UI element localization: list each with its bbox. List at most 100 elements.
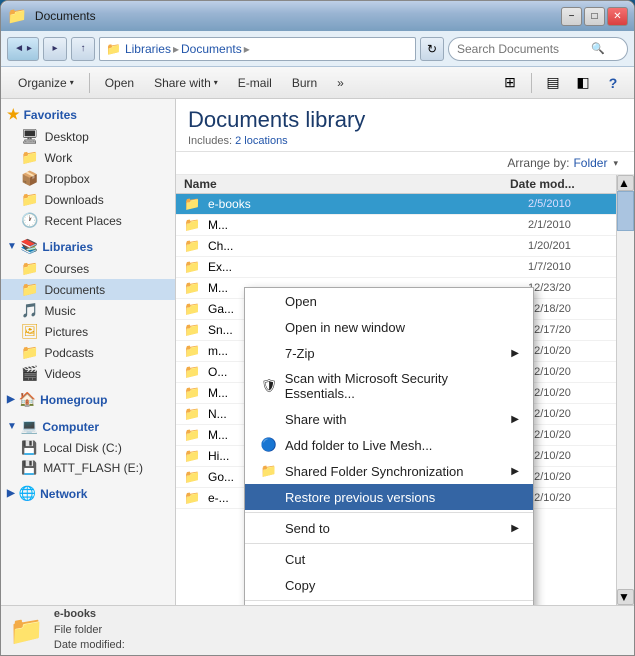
more-button[interactable]: » <box>328 70 353 96</box>
file-name-label: Ex... <box>208 260 528 274</box>
dropbox-icon: 📦 <box>21 170 38 187</box>
breadcrumb[interactable]: 📁 Libraries ▸ Documents ▸ <box>99 37 416 61</box>
libraries-label: Libraries <box>42 240 93 254</box>
refresh-button[interactable]: ↻ <box>420 37 444 61</box>
sidebar-item-downloads[interactable]: 📁 Downloads <box>1 189 175 210</box>
submenu-arrow-icon: ▶ <box>511 348 519 359</box>
music-icon: 🎵 <box>21 302 38 319</box>
folder-icon-title: 📁 <box>7 6 27 26</box>
sidebar-item-documents[interactable]: 📁 Documents <box>1 279 175 300</box>
view-toggle-button[interactable]: ⊞ <box>497 71 523 95</box>
arrange-bar: Arrange by: Folder ▾ <box>176 152 634 175</box>
favorites-header[interactable]: ★ Favorites <box>1 103 175 126</box>
libraries-collapse-icon: ▼ <box>7 241 17 252</box>
ctx-open[interactable]: Open <box>245 288 533 314</box>
file-date-label: 12/17/20 <box>528 324 608 336</box>
details-pane-button[interactable]: ▤ <box>540 71 566 95</box>
search-box[interactable]: 🔍 <box>448 37 628 61</box>
status-date-label: Date modified: <box>54 638 125 653</box>
sidebar-item-local-disk[interactable]: 💾 Local Disk (C:) <box>1 438 175 458</box>
network-header[interactable]: ▶ 🌐 Network <box>1 482 175 505</box>
computer-header[interactable]: ▼ 💻 Computer <box>1 415 175 438</box>
sidebar-item-videos[interactable]: 🎬 Videos <box>1 363 175 384</box>
ctx-sync[interactable]: 📁Shared Folder Synchronization▶ <box>245 458 533 484</box>
ctx-open-new[interactable]: Open in new window <box>245 314 533 340</box>
sidebar-item-recent[interactable]: 🕐 Recent Places <box>1 210 175 231</box>
share-with-button[interactable]: Share with ▾ <box>145 70 227 96</box>
burn-button[interactable]: Burn <box>283 70 326 96</box>
ctx-sendto[interactable]: Send to▶ <box>245 515 533 541</box>
scroll-thumb[interactable] <box>617 191 634 231</box>
up-button[interactable]: ↑ <box>71 37 95 61</box>
status-text: e-books File folder Date modified: <box>54 607 125 653</box>
col-date-header: Date mod... <box>510 177 590 191</box>
file-date-label: 1/20/201 <box>528 240 608 252</box>
minimize-button[interactable]: − <box>561 7 582 26</box>
table-row[interactable]: 📁 Ch... 1/20/201 <box>176 236 616 257</box>
table-row[interactable]: 📁 e-books 2/5/2010 <box>176 194 616 215</box>
share-arrow-icon: ▾ <box>214 78 218 87</box>
organize-button[interactable]: Organize ▾ <box>9 70 83 96</box>
downloads-folder-icon: 📁 <box>21 191 38 208</box>
sidebar-item-pictures[interactable]: 🖼 Pictures <box>1 321 175 342</box>
ctx-livemesh[interactable]: 🔵Add folder to Live Mesh... <box>245 432 533 458</box>
matt-flash-icon: 💾 <box>21 460 37 476</box>
videos-label: Videos <box>44 367 80 381</box>
ctx-restore[interactable]: Restore previous versions <box>245 484 533 510</box>
libraries-header[interactable]: ▼ 📚 Libraries <box>1 235 175 258</box>
sidebar-item-desktop[interactable]: 🖥 Desktop <box>1 126 175 147</box>
breadcrumb-documents[interactable]: Documents <box>181 42 242 56</box>
sidebar-item-work[interactable]: 📁 Work <box>1 147 175 168</box>
submenu-arrow-icon: ▶ <box>511 523 519 534</box>
close-button[interactable]: ✕ <box>607 7 628 26</box>
ctx-item-icon <box>259 551 279 567</box>
star-icon: ★ <box>7 106 20 123</box>
scroll-up-button[interactable]: ▲ <box>617 175 634 191</box>
ctx-share[interactable]: Share with▶ <box>245 406 533 432</box>
sidebar-item-matt-flash[interactable]: 💾 MATT_FLASH (E:) <box>1 458 175 478</box>
ctx-item-icon <box>259 489 279 505</box>
homegroup-header[interactable]: ▶ 🏠 Homegroup <box>1 388 175 411</box>
sidebar-item-music[interactable]: 🎵 Music <box>1 300 175 321</box>
ctx-copy[interactable]: Copy <box>245 572 533 598</box>
locations-link[interactable]: 2 locations <box>235 135 288 147</box>
forward-button[interactable]: ▸ <box>43 37 67 61</box>
search-input[interactable] <box>457 42 587 56</box>
toolbar-separator-2 <box>531 73 532 93</box>
arrange-folder-link[interactable]: Folder <box>573 156 607 170</box>
scrollbar[interactable]: ▲ ▼ <box>616 175 634 605</box>
ctx-7zip[interactable]: 7-Zip▶ <box>245 340 533 366</box>
ctx-shortcut[interactable]: Create shortcut <box>245 603 533 605</box>
file-date-label: 12/10/20 <box>528 387 608 399</box>
ctx-item-icon <box>259 345 279 361</box>
table-row[interactable]: 📁 Ex... 1/7/2010 <box>176 257 616 278</box>
favorites-section: ★ Favorites 🖥 Desktop 📁 Work 📦 Dropbox 📁 <box>1 103 175 231</box>
documents-icon: 📁 <box>21 281 38 298</box>
file-date-label: 2/5/2010 <box>528 198 608 210</box>
ctx-cut[interactable]: Cut <box>245 546 533 572</box>
open-button[interactable]: Open <box>96 70 143 96</box>
file-folder-icon: 📁 <box>184 406 204 422</box>
sidebar-item-courses[interactable]: 📁 Courses <box>1 258 175 279</box>
libraries-icon: 📚 <box>21 238 38 255</box>
sidebar: ★ Favorites 🖥 Desktop 📁 Work 📦 Dropbox 📁 <box>1 99 176 605</box>
file-date-label: 12/23/20 <box>528 282 608 294</box>
table-row[interactable]: 📁 M... 2/1/2010 <box>176 215 616 236</box>
ctx-scan[interactable]: 🛡Scan with Microsoft Security Essentials… <box>245 366 533 406</box>
maximize-button[interactable]: □ <box>584 7 605 26</box>
courses-icon: 📁 <box>21 260 38 277</box>
scroll-down-button[interactable]: ▼ <box>617 589 634 605</box>
breadcrumb-libraries[interactable]: Libraries <box>125 42 171 56</box>
sidebar-item-dropbox[interactable]: 📦 Dropbox <box>1 168 175 189</box>
file-folder-icon: 📁 <box>184 301 204 317</box>
help-button[interactable]: ? <box>600 71 626 95</box>
ctx-item-icon: 📁 <box>259 463 279 479</box>
favorites-label: Favorites <box>24 108 77 122</box>
homegroup-section: ▶ 🏠 Homegroup <box>1 388 175 411</box>
sidebar-item-podcasts[interactable]: 📁 Podcasts <box>1 342 175 363</box>
back-button[interactable]: ◄ ▸ <box>7 37 39 61</box>
work-folder-icon: 📁 <box>21 149 38 166</box>
dropbox-label: Dropbox <box>44 172 89 186</box>
email-button[interactable]: E-mail <box>229 70 281 96</box>
preview-pane-button[interactable]: ◧ <box>570 71 596 95</box>
